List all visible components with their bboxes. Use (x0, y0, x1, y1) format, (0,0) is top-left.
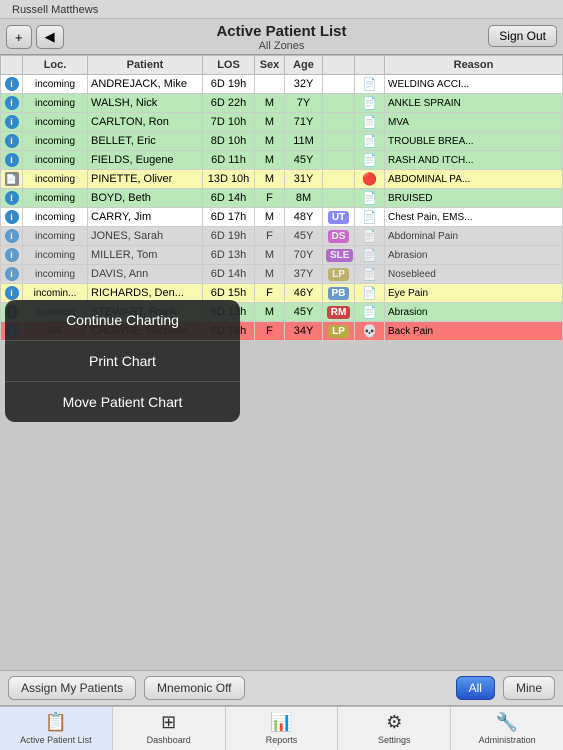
move-patient-chart-button[interactable]: Move Patient Chart (5, 382, 240, 422)
print-chart-button[interactable]: Print Chart (5, 341, 240, 382)
context-menu: Continue Charting Print Chart Move Patie… (5, 300, 240, 422)
continue-charting-button[interactable]: Continue Charting (5, 300, 240, 341)
popup-overlay: Continue Charting Print Chart Move Patie… (0, 0, 563, 750)
